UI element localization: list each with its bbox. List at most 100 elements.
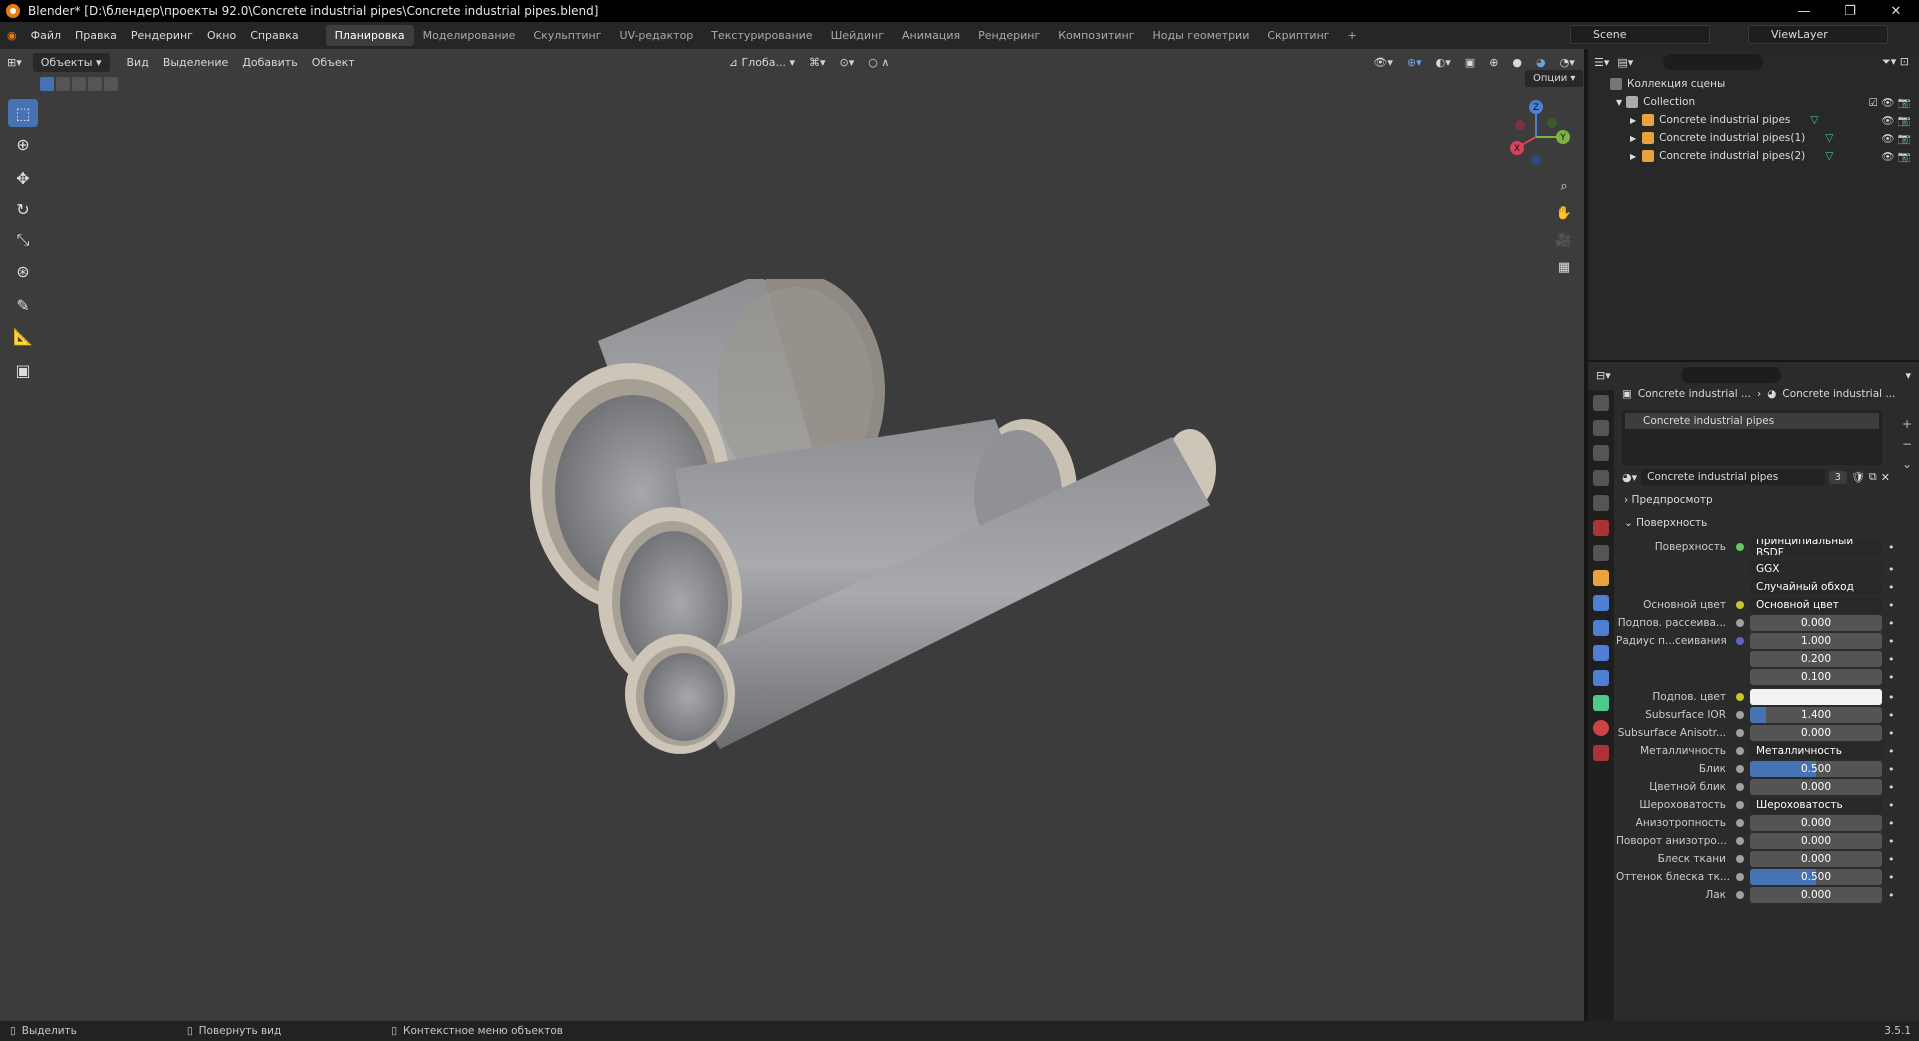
duplicate-icon[interactable]: ⧉ [1869, 470, 1877, 484]
menu-help[interactable]: Справка [243, 29, 305, 42]
3d-viewport[interactable]: ⊞▾ Объекты ▾ Вид Выделение Добавить Объе… [0, 49, 1584, 1021]
keyframe-icon[interactable]: • [1888, 745, 1895, 758]
linked-input[interactable]: Шероховатость [1750, 797, 1882, 813]
scale-tool-icon[interactable]: ⤡ [8, 226, 38, 254]
visibility-eye-icon[interactable]: 👁 📷 [1881, 132, 1911, 145]
scene-collection-row[interactable]: Коллекция сцены [1588, 75, 1919, 93]
transform-orientation[interactable]: ⊿ Глоба... ▾ [722, 56, 802, 69]
menu-edit[interactable]: Правка [68, 29, 124, 42]
number-field[interactable]: 0.100 [1750, 669, 1882, 685]
keyframe-icon[interactable]: • [1888, 853, 1895, 866]
texture-tab-icon[interactable] [1593, 745, 1609, 761]
ortho-grid-icon[interactable]: ▦ [1552, 255, 1576, 279]
number-field[interactable]: 1.400 [1750, 707, 1882, 723]
outliner-search-input[interactable] [1663, 54, 1764, 70]
move-tool-icon[interactable]: ✥ [8, 164, 38, 192]
visibility-eye-icon[interactable]: ☑ 👁 📷 [1869, 96, 1912, 109]
particles-tab-icon[interactable] [1593, 620, 1609, 636]
blender-menu-icon[interactable]: ◉ [0, 29, 24, 42]
keyframe-icon[interactable]: • [1888, 653, 1895, 666]
select-extend-icon[interactable] [56, 77, 70, 91]
preview-panel[interactable]: › Предпросмотр [1624, 494, 1713, 506]
socket-icon[interactable] [1736, 601, 1744, 609]
select-new-icon[interactable] [40, 77, 54, 91]
outliner-object-row[interactable]: ▶ Concrete industrial pipes ▽ 👁 📷 [1588, 111, 1919, 129]
keyframe-icon[interactable]: • [1888, 727, 1895, 740]
workspace-tab-uv[interactable]: UV-редактор [611, 25, 703, 46]
socket-icon[interactable] [1736, 583, 1744, 591]
number-field[interactable]: 0.200 [1750, 651, 1882, 667]
visibility-eye-icon[interactable]: 👁 📷 [1881, 114, 1911, 127]
visibility-eye-icon[interactable]: 👁 📷 [1881, 150, 1911, 163]
outliner-object-row[interactable]: ▶ Concrete industrial pipes(1) ▽ 👁 📷 [1588, 129, 1919, 147]
socket-icon[interactable] [1736, 891, 1744, 899]
keyframe-icon[interactable]: • [1888, 599, 1895, 612]
display-mode-icon[interactable]: ▤▾ [1617, 56, 1633, 69]
socket-icon[interactable] [1736, 765, 1744, 773]
number-field[interactable]: 0.000 [1750, 851, 1882, 867]
gizmo-neg-y[interactable] [1547, 118, 1557, 128]
number-field[interactable]: 0.000 [1750, 815, 1882, 831]
gizmo-toggle-icon[interactable]: ⊕▾ [1400, 56, 1429, 69]
mesh-data-icon[interactable]: ▽ [1825, 150, 1833, 162]
keyframe-icon[interactable]: • [1888, 563, 1895, 576]
socket-icon[interactable] [1736, 565, 1744, 573]
number-field[interactable]: 0.500 [1750, 869, 1882, 885]
filter-icon[interactable]: ⏷▾ ⊡ [1882, 55, 1909, 69]
linked-input[interactable]: Основной цвет [1750, 597, 1882, 613]
gizmo-neg-z[interactable] [1531, 155, 1541, 165]
keyframe-icon[interactable]: • [1888, 581, 1895, 594]
keyframe-icon[interactable]: • [1888, 691, 1895, 704]
keyframe-icon[interactable]: • [1888, 709, 1895, 722]
material-slot-list[interactable]: Concrete industrial pipes [1622, 410, 1882, 465]
minimize-button[interactable]: — [1781, 0, 1827, 22]
add-slot-button[interactable]: + [1902, 414, 1912, 434]
socket-icon[interactable] [1736, 873, 1744, 881]
rotate-tool-icon[interactable]: ↻ [8, 195, 38, 223]
socket-icon[interactable] [1736, 637, 1744, 645]
menu-render[interactable]: Рендеринг [124, 29, 200, 42]
slot-menu-icon[interactable]: ⌄ [1902, 454, 1912, 474]
material-browse-icon[interactable]: ◕▾ [1622, 471, 1637, 484]
workspace-tab-animation[interactable]: Анимация [893, 25, 969, 46]
select-intersect-icon[interactable] [104, 77, 118, 91]
surface-panel[interactable]: ⌄ Поверхность [1624, 517, 1707, 529]
add-workspace-button[interactable]: + [1339, 25, 1366, 46]
output-tab-icon[interactable] [1593, 445, 1609, 461]
socket-icon[interactable] [1736, 855, 1744, 863]
scene-selector[interactable]: Scene [1570, 25, 1710, 44]
socket-icon[interactable] [1736, 655, 1744, 663]
number-field[interactable]: 0.000 [1750, 615, 1882, 631]
object-tab-icon[interactable] [1593, 570, 1609, 586]
keyframe-icon[interactable]: • [1888, 671, 1895, 684]
camera-view-icon[interactable]: 🎥 [1552, 228, 1576, 252]
keyframe-icon[interactable]: • [1888, 635, 1895, 648]
add-cube-tool-icon[interactable]: ▣ [8, 356, 38, 384]
user-count[interactable]: 3 [1828, 470, 1847, 484]
enum-dropdown[interactable]: GGX [1750, 561, 1882, 577]
socket-icon[interactable] [1736, 543, 1744, 551]
expand-arrow-icon[interactable]: ▶ [1630, 116, 1636, 125]
menu-view[interactable]: Вид [120, 56, 156, 69]
scene-tab-icon[interactable] [1593, 495, 1609, 511]
data-tab-icon[interactable] [1593, 695, 1609, 711]
keyframe-icon[interactable]: • [1888, 817, 1895, 830]
socket-icon[interactable] [1736, 801, 1744, 809]
linked-input[interactable]: Металличность [1750, 743, 1882, 759]
keyframe-icon[interactable]: • [1888, 617, 1895, 630]
collection-row[interactable]: ▼ Collection ☑ 👁 📷 [1588, 93, 1919, 111]
workspace-tab-shading[interactable]: Шейдинг [822, 25, 893, 46]
workspace-tab-rendering[interactable]: Рендеринг [969, 25, 1049, 46]
shading-wireframe-icon[interactable]: ⊕ [1482, 56, 1505, 69]
workspace-tab-scripting[interactable]: Скриптинг [1258, 25, 1338, 46]
expand-arrow-icon[interactable]: ▶ [1630, 134, 1636, 143]
shading-rendered-icon[interactable]: ◔▾ [1553, 56, 1582, 69]
number-field[interactable]: 0.000 [1750, 887, 1882, 903]
keyframe-icon[interactable]: • [1888, 763, 1895, 776]
mesh-data-icon[interactable]: ▽ [1810, 114, 1818, 126]
annotate-tool-icon[interactable]: ✎ [8, 291, 38, 319]
workspace-tab-texture[interactable]: Текстурирование [702, 25, 821, 46]
workspace-tab-layout[interactable]: Планировка [325, 25, 414, 46]
enum-dropdown[interactable]: Случайный обход [1750, 579, 1882, 595]
keyframe-icon[interactable]: • [1888, 541, 1895, 554]
